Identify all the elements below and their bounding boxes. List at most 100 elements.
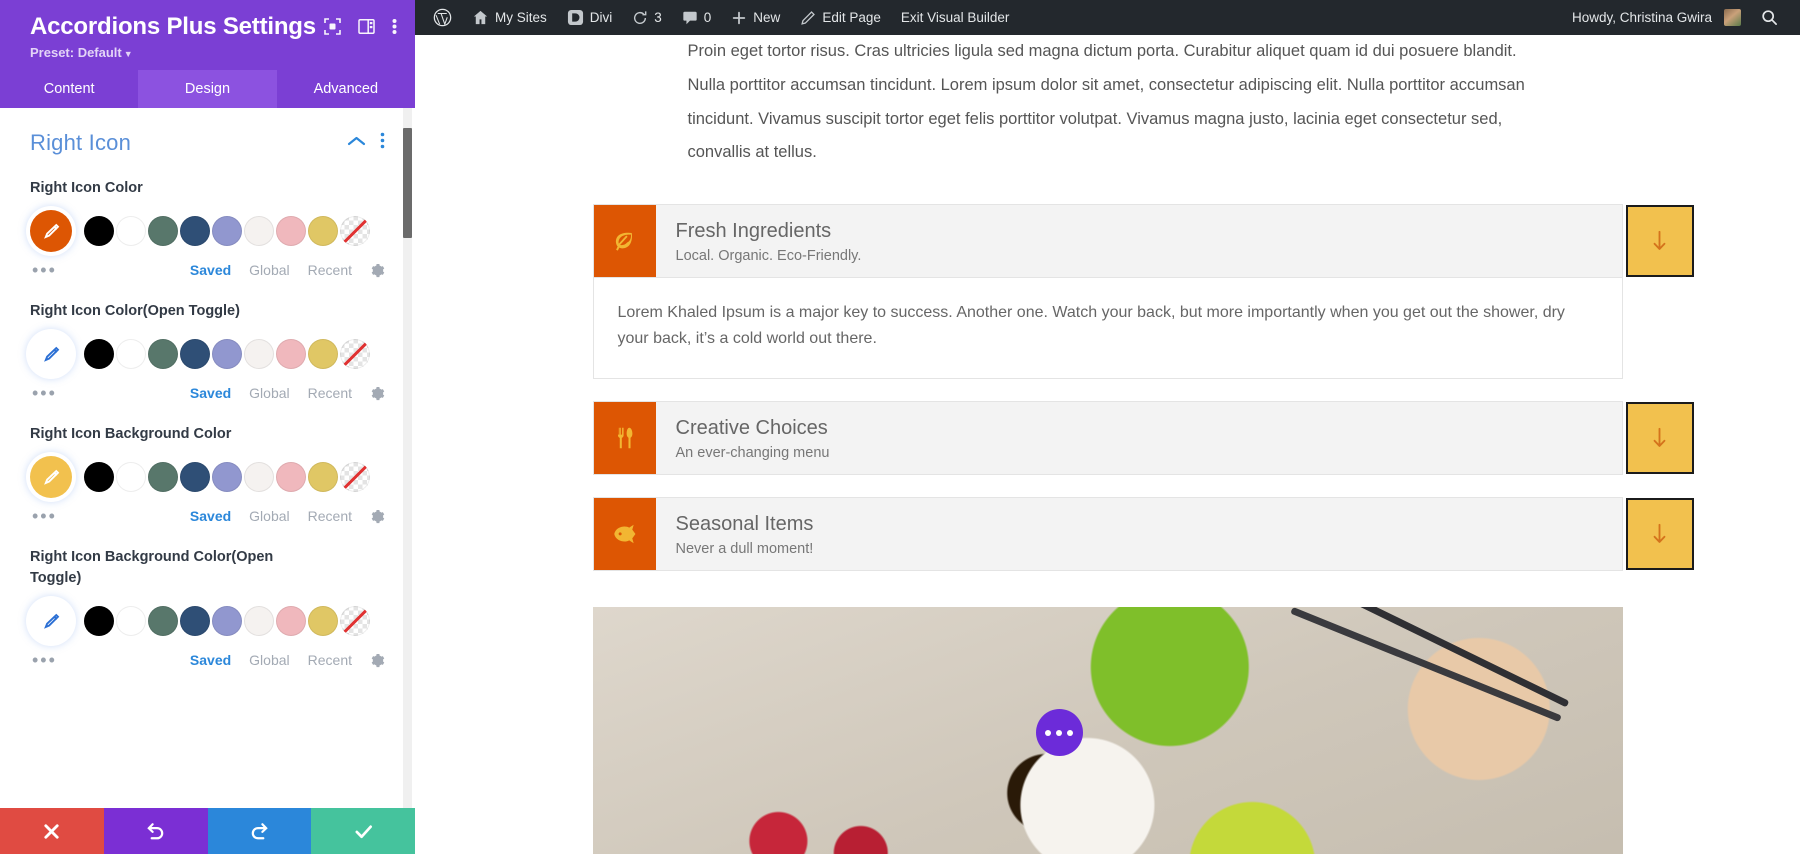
accordion-header[interactable]: Fresh Ingredients Local. Organic. Eco-Fr… [592,204,1694,279]
save-button[interactable] [311,808,415,854]
preset-selector[interactable]: Preset: Default ▼ [30,45,397,60]
accordion-toggle-arrow-down-icon[interactable] [1625,205,1694,278]
swatch-white[interactable] [116,462,146,493]
search-icon[interactable] [1751,0,1788,35]
swatch-blush-pink[interactable] [276,606,306,637]
selected-color-swatch[interactable] [30,210,72,253]
undo-button[interactable] [103,808,208,854]
tab-advanced[interactable]: Advanced [277,70,415,108]
swatch-white[interactable] [116,606,146,637]
gear-icon[interactable] [370,386,385,401]
swatch-blush-pink[interactable] [276,216,306,247]
swatch-black[interactable] [84,462,114,493]
swatch-off-white[interactable] [244,462,274,493]
palette-tab-recent[interactable]: Recent [308,262,352,278]
kebab-menu-icon[interactable] [392,18,397,35]
palette-tab-saved[interactable]: Saved [190,508,231,524]
section-kebab-menu-icon[interactable] [380,132,385,154]
accordion-header[interactable]: Creative Choices An ever-changing menu [592,401,1694,476]
exit-visual-builder-menu[interactable]: Exit Visual Builder [891,0,1020,35]
gear-icon[interactable] [370,653,385,668]
palette-tab-saved[interactable]: Saved [190,385,231,401]
palette-tab-recent[interactable]: Recent [308,385,352,401]
swatch-gold[interactable] [308,462,338,493]
selected-color-swatch[interactable] [30,333,72,376]
tab-design[interactable]: Design [138,70,277,109]
swatch-navy-blue[interactable] [180,606,210,637]
swatch-gold[interactable] [308,216,338,247]
gear-icon[interactable] [370,263,385,278]
swatch-off-white[interactable] [244,216,274,247]
settings-tabs: Content Design Advanced [0,70,415,109]
swatch-periwinkle[interactable] [212,339,242,370]
field-right-icon-color: Right Icon Color ••• Saved Global Recent [0,178,415,279]
focus-target-icon[interactable] [324,18,341,35]
accordion-header[interactable]: Seasonal Items Never a dull moment! [592,497,1694,572]
more-colors-button[interactable]: ••• [32,384,86,402]
swatch-blush-pink[interactable] [276,462,306,493]
swatch-sage-green[interactable] [148,339,178,370]
accordion-subtitle: An ever-changing menu [675,445,830,462]
edit-page-menu[interactable]: Edit Page [790,0,891,35]
tab-content[interactable]: Content [0,70,138,108]
selected-color-swatch[interactable] [30,600,72,643]
swatch-gold[interactable] [308,339,338,370]
swatch-off-white[interactable] [244,339,274,370]
accordion-toggle-arrow-down-icon[interactable] [1625,498,1694,571]
palette-tab-saved[interactable]: Saved [190,262,231,278]
swatch-transparent[interactable] [340,339,370,370]
divi-menu[interactable]: Divi [557,0,623,35]
edit-page-label: Edit Page [822,10,881,25]
swatch-white[interactable] [116,216,146,247]
new-content-menu[interactable]: New [721,0,790,35]
more-colors-button[interactable]: ••• [32,651,86,669]
palette-tab-recent[interactable]: Recent [308,508,352,524]
my-sites-menu[interactable]: My Sites [462,0,557,35]
palette-tab-global[interactable]: Global [249,385,289,401]
swatch-periwinkle[interactable] [212,606,242,637]
howdy-label: Howdy, Christina Gwira [1571,10,1712,25]
updates-menu[interactable]: 3 [622,0,672,35]
utensils-icon [593,402,656,475]
swatch-black[interactable] [84,339,114,370]
swatch-transparent[interactable] [340,216,370,247]
section-right-icon-header: Right Icon [0,108,415,156]
layout-columns-icon[interactable] [358,18,375,35]
selected-color-swatch[interactable] [30,456,72,499]
swatch-sage-green[interactable] [148,606,178,637]
chevron-up-icon[interactable] [347,134,366,152]
more-colors-button[interactable]: ••• [32,507,86,525]
more-colors-button[interactable]: ••• [32,261,86,279]
swatch-navy-blue[interactable] [180,462,210,493]
scrollbar-thumb[interactable] [403,128,412,239]
swatch-blush-pink[interactable] [276,339,306,370]
accordion-toggle-arrow-down-icon[interactable] [1625,402,1694,475]
cancel-button[interactable] [0,808,104,854]
swatch-gold[interactable] [308,606,338,637]
palette-tab-recent[interactable]: Recent [308,652,352,668]
swatch-navy-blue[interactable] [180,339,210,370]
swatch-transparent[interactable] [340,462,370,493]
gear-icon[interactable] [370,509,385,524]
palette-tab-global[interactable]: Global [249,508,289,524]
swatch-periwinkle[interactable] [212,462,242,493]
wordpress-logo-icon[interactable] [423,0,462,35]
swatch-transparent[interactable] [340,606,370,637]
swatch-periwinkle[interactable] [212,216,242,247]
section-title: Right Icon [30,130,132,156]
swatch-navy-blue[interactable] [180,216,210,247]
ellipsis-icon[interactable] [1035,709,1083,757]
swatch-white[interactable] [116,339,146,370]
swatch-black[interactable] [84,216,114,247]
account-menu[interactable]: Howdy, Christina Gwira [1562,0,1751,35]
palette-tab-global[interactable]: Global [249,262,289,278]
field-right-icon-background-color: Right Icon Background Color ••• Saved Gl… [0,424,415,525]
palette-tab-saved[interactable]: Saved [190,652,231,668]
comments-menu[interactable]: 0 [672,0,722,35]
swatch-black[interactable] [84,606,114,637]
swatch-sage-green[interactable] [148,216,178,247]
palette-tab-global[interactable]: Global [249,652,289,668]
redo-button[interactable] [207,808,312,854]
swatch-sage-green[interactable] [148,462,178,493]
swatch-off-white[interactable] [244,606,274,637]
